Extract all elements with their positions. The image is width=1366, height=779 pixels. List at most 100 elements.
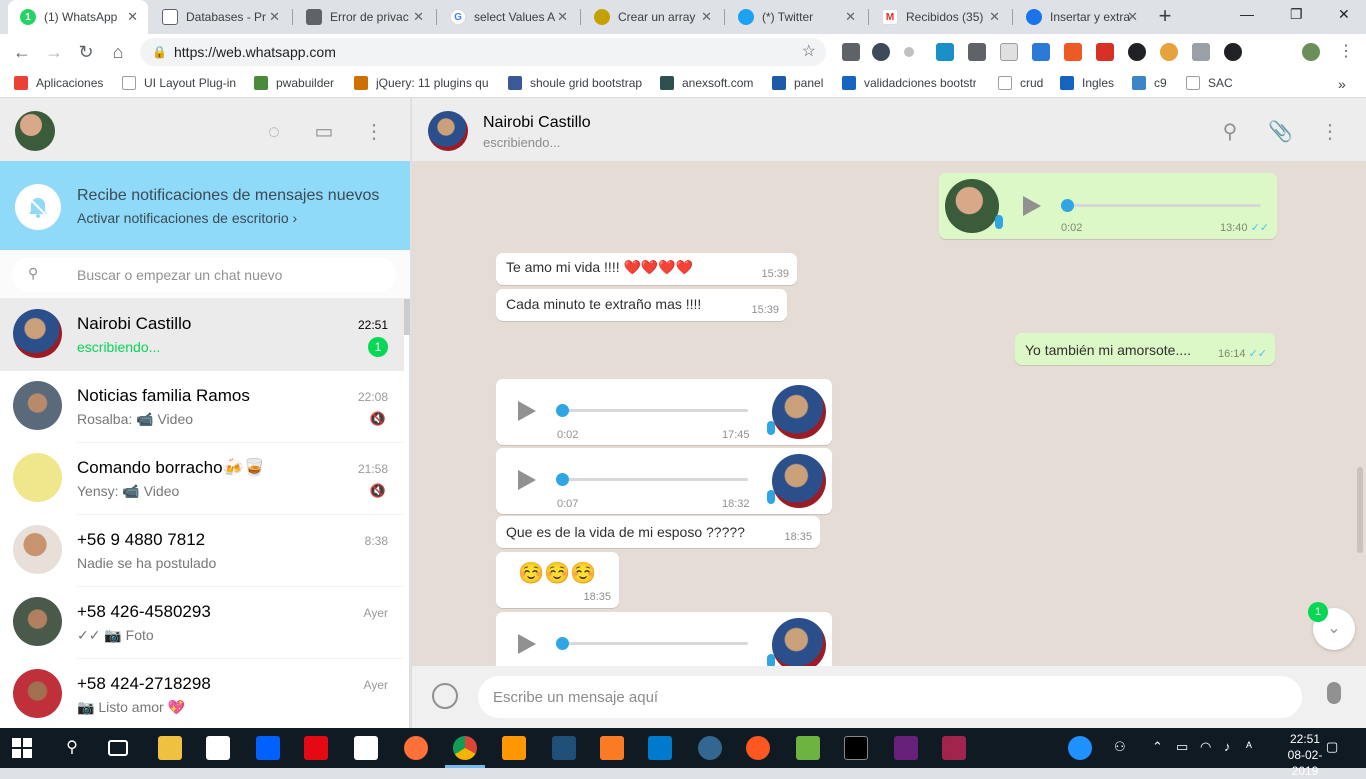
tab-google-search[interactable]: G select Values A ✕ [438,0,578,34]
play-icon[interactable] [518,401,536,421]
audio-progress-track[interactable] [562,409,748,412]
close-tab-icon[interactable]: ✕ [701,9,712,25]
close-tab-icon[interactable]: ✕ [413,9,424,25]
minimize-icon[interactable]: — [1240,6,1254,22]
bookmark-item[interactable]: crud [998,76,1043,90]
extension-icon[interactable] [936,43,954,61]
notification-banner[interactable]: Recibe notificaciones de mensajes nuevos… [0,161,410,250]
close-tab-icon[interactable]: ✕ [269,9,280,25]
conversation-header[interactable]: Nairobi Castillo escribiendo... ⚲ 📎 ⋮ [411,98,1366,161]
reload-icon[interactable]: ↻ [74,40,98,64]
close-tab-icon[interactable]: ✕ [127,9,138,25]
audio-progress-track[interactable] [562,478,748,481]
close-tab-icon[interactable]: ✕ [845,9,856,25]
postgresql-icon[interactable] [698,736,722,760]
help-icon[interactable] [1068,736,1092,760]
search-icon[interactable]: ⚲ [1218,120,1242,144]
bookmark-item[interactable]: pwabuilder [254,76,334,90]
menu-icon[interactable]: ⋮ [362,120,386,144]
spring-tool-icon[interactable] [796,736,820,760]
volume-icon[interactable]: ♪ [1224,739,1231,754]
search-icon[interactable]: ⚲ [28,265,38,282]
bookmark-item[interactable]: UI Layout Plug-in [122,76,236,90]
restore-icon[interactable]: ❐ [1290,6,1303,23]
extension-icon[interactable] [1128,43,1146,61]
cookie-icon[interactable] [1160,43,1178,61]
chat-row[interactable]: +58 426-4580293 Ayer ✓✓ 📷 Foto [0,587,404,659]
home-icon[interactable]: ⌂ [106,40,130,64]
xampp-icon[interactable] [600,736,624,760]
language-icon[interactable]: ᴬ [1246,739,1252,754]
close-tab-icon[interactable]: ✕ [557,9,568,25]
message-scrollbar[interactable] [1357,467,1363,553]
tab-crear-array[interactable]: Crear un array ✕ [582,0,722,34]
bookmark-item[interactable]: shoule grid bootstrap [508,76,642,90]
bookmark-item[interactable]: Ingles [1060,76,1114,90]
close-window-icon[interactable]: ✕ [1338,6,1350,23]
new-tab-button[interactable]: + [1152,5,1178,29]
windows-start-icon[interactable] [12,738,32,758]
menu-dots-icon[interactable]: ⋮ [1334,40,1358,64]
store-icon[interactable] [206,736,230,760]
extension-icon[interactable] [1032,43,1050,61]
battery-icon[interactable]: ▭ [1176,739,1188,755]
mysql-workbench-icon[interactable] [552,736,576,760]
play-icon[interactable] [518,634,536,654]
tab-twitter[interactable]: (*) Twitter ✕ [726,0,866,34]
search-input[interactable] [77,257,377,292]
chrome-icon[interactable] [453,736,477,760]
new-chat-icon[interactable]: ▭ [312,120,336,144]
chat-row[interactable]: Noticias familia Ramos 22:08 Rosalba: 📹 … [0,371,404,443]
tab-databases[interactable]: Databases - Pr ✕ [150,0,290,34]
tab-gmail[interactable]: M Recibidos (35) ✕ [870,0,1010,34]
menu-icon[interactable]: ⋮ [1318,120,1342,144]
dropbox-icon[interactable] [256,736,280,760]
mic-icon[interactable] [1327,682,1341,704]
extension-icon[interactable] [1224,43,1242,61]
extension-icon[interactable] [1000,43,1018,61]
bookmark-item[interactable]: panel [772,76,823,90]
extension-icon[interactable] [1096,43,1114,61]
attach-icon[interactable]: 📎 [1268,120,1293,144]
audio-progress-handle[interactable] [556,404,569,417]
file-explorer-icon[interactable] [158,736,182,760]
tab-whatsapp[interactable]: 1 (1) WhatsApp ✕ [8,0,148,34]
status-icon[interactable]: ◌ [262,120,286,144]
typora-icon[interactable] [942,736,966,760]
chat-row[interactable]: +56 9 4880 7812 8:38 Nadie se ha postula… [0,515,404,587]
emoji-icon[interactable] [432,683,458,709]
visual-studio-icon[interactable] [894,736,918,760]
task-view-icon[interactable] [108,740,128,756]
chat-row[interactable]: +58 424-2718298 Ayer 📷 Listo amor 💖 [0,659,404,728]
notification-link[interactable]: Activar notificaciones de escritorio › [77,210,297,226]
netflix-icon[interactable] [304,736,328,760]
bookmark-item[interactable]: jQuery: 11 plugins qu [354,76,488,90]
profile-avatar-icon[interactable] [1302,43,1320,61]
extension-icon[interactable] [842,43,860,61]
extension-icon[interactable] [904,47,914,57]
address-bar[interactable]: 🔒 https://web.whatsapp.com ☆ [140,38,826,66]
mail-icon[interactable] [354,736,378,760]
extension-icon[interactable] [872,43,890,61]
audio-progress-handle[interactable] [556,473,569,486]
extension-icon[interactable] [1192,43,1210,61]
audio-progress-track[interactable] [1067,204,1261,207]
wifi-icon[interactable]: ◠ [1200,739,1211,755]
tab-insertar[interactable]: Insertar y extra ✕ [1014,0,1148,34]
download-icon[interactable] [968,43,986,61]
chat-row[interactable]: Comando borracho🍻🥃 21:58 Yensy: 📹 Video … [0,443,404,515]
tab-error-privacidad[interactable]: Error de privac ✕ [294,0,434,34]
user-avatar[interactable] [15,111,55,151]
chevron-up-icon[interactable]: ⌃ [1152,739,1163,755]
audio-progress-handle[interactable] [1061,199,1074,212]
bookmark-item[interactable]: Aplicaciones [14,76,103,90]
contact-avatar[interactable] [428,111,468,151]
play-icon[interactable] [1023,196,1041,216]
close-tab-icon[interactable]: ✕ [989,9,1000,25]
firefox-icon[interactable] [404,736,428,760]
chat-row[interactable]: Nairobi Castillo 22:51 escribiendo... 1 [0,299,404,371]
search-icon[interactable]: ⚲ [60,736,84,760]
bookmark-item[interactable]: anexsoft.com [660,76,753,90]
people-icon[interactable]: ⚇ [1114,739,1126,755]
forward-icon[interactable]: → [42,40,66,64]
